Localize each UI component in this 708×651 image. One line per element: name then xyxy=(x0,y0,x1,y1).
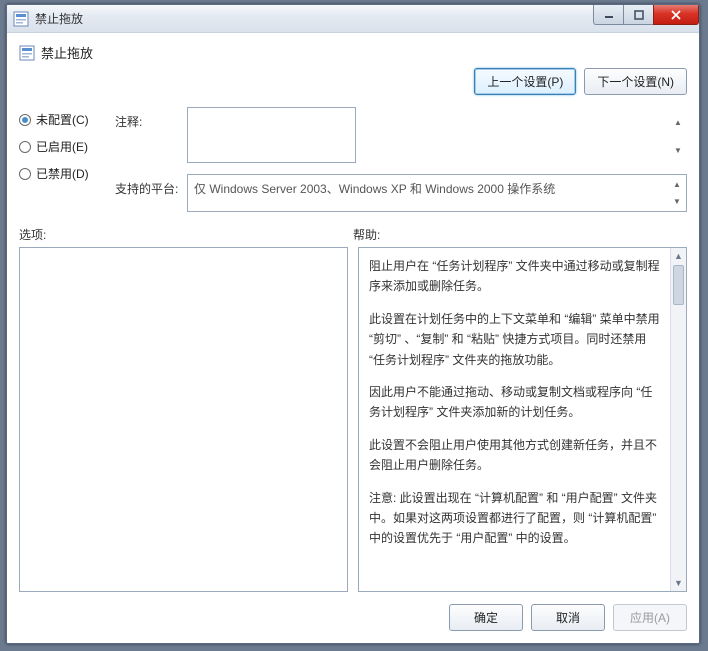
cancel-button[interactable]: 取消 xyxy=(531,604,605,631)
client-area: 禁止拖放 上一个设置(P) 下一个设置(N) 未配置(C) 已启用(E) 已禁用… xyxy=(7,33,699,643)
header: 禁止拖放 xyxy=(19,43,687,62)
help-paragraph: 阻止用户在 “任务计划程序” 文件夹中通过移动或复制程序来添加或删除任务。 xyxy=(369,256,662,297)
scroll-down-icon[interactable]: ▼ xyxy=(671,575,686,591)
dialog-window: 禁止拖放 禁止拖放 上一个设置(P) 下一个设置(N) xyxy=(6,4,700,644)
radio-enabled[interactable]: 已启用(E) xyxy=(19,138,107,155)
radio-label: 已禁用(D) xyxy=(36,165,89,182)
upper-right: 注释: ▲ ▼ 支持的平台: 仅 Windows Server 2003、Win… xyxy=(115,107,687,212)
options-label: 选项: xyxy=(19,226,353,243)
apply-button[interactable]: 应用(A) xyxy=(613,604,687,631)
comment-spinner: ▲ ▼ xyxy=(670,108,686,165)
lower-section: 阻止用户在 “任务计划程序” 文件夹中通过移动或复制程序来添加或删除任务。 此设… xyxy=(19,247,687,592)
spin-up-icon[interactable]: ▲ xyxy=(669,176,685,193)
prev-setting-button[interactable]: 上一个设置(P) xyxy=(474,68,576,95)
scroll-thumb[interactable] xyxy=(673,265,684,305)
scrollbar[interactable]: ▲ ▼ xyxy=(670,248,686,591)
platform-text: 仅 Windows Server 2003、Windows XP 和 Windo… xyxy=(194,182,555,196)
scroll-track[interactable] xyxy=(671,306,686,575)
platform-label: 支持的平台: xyxy=(115,174,179,197)
comment-row: 注释: ▲ ▼ xyxy=(115,107,687,166)
help-pane[interactable]: 阻止用户在 “任务计划程序” 文件夹中通过移动或复制程序来添加或删除任务。 此设… xyxy=(358,247,687,592)
ok-button[interactable]: 确定 xyxy=(449,604,523,631)
platform-spinner: ▲ ▼ xyxy=(669,176,685,210)
policy-icon xyxy=(13,11,29,27)
help-label: 帮助: xyxy=(353,226,687,243)
nav-buttons: 上一个设置(P) 下一个设置(N) xyxy=(19,68,687,95)
help-paragraph: 此设置不会阻止用户使用其他方式创建新任务，并且不会阻止用户删除任务。 xyxy=(369,435,662,476)
platform-value: 仅 Windows Server 2003、Windows XP 和 Windo… xyxy=(187,174,687,212)
scroll-up-icon[interactable]: ▲ xyxy=(671,248,686,264)
spin-down-icon[interactable]: ▼ xyxy=(669,193,685,210)
next-setting-button[interactable]: 下一个设置(N) xyxy=(584,68,687,95)
spin-down-icon[interactable]: ▼ xyxy=(670,137,686,166)
radio-disabled[interactable]: 已禁用(D) xyxy=(19,165,107,182)
window-buttons xyxy=(593,5,699,25)
close-button[interactable] xyxy=(653,5,699,25)
state-radios: 未配置(C) 已启用(E) 已禁用(D) xyxy=(19,107,107,212)
help-paragraph: 注意: 此设置出现在 “计算机配置” 和 “用户配置” 文件夹中。如果对这两项设… xyxy=(369,488,662,549)
footer-buttons: 确定 取消 应用(A) xyxy=(19,592,687,631)
radio-dot-icon xyxy=(19,168,31,180)
comment-label: 注释: xyxy=(115,107,179,130)
radio-dot-icon xyxy=(19,114,31,126)
maximize-button[interactable] xyxy=(623,5,653,25)
lower-labels: 选项: 帮助: xyxy=(19,226,687,243)
upper-section: 未配置(C) 已启用(E) 已禁用(D) 注释: ▲ xyxy=(19,107,687,212)
help-paragraph: 此设置在计划任务中的上下文菜单和 “编辑” 菜单中禁用 “剪切” 、“复制” 和… xyxy=(369,309,662,370)
radio-not-configured[interactable]: 未配置(C) xyxy=(19,111,107,128)
options-pane xyxy=(19,247,348,592)
spin-up-icon[interactable]: ▲ xyxy=(670,108,686,137)
page-title: 禁止拖放 xyxy=(41,43,93,62)
radio-dot-icon xyxy=(19,141,31,153)
radio-label: 已启用(E) xyxy=(36,138,88,155)
radio-label: 未配置(C) xyxy=(36,111,89,128)
platform-row: 支持的平台: 仅 Windows Server 2003、Windows XP … xyxy=(115,174,687,212)
comment-input[interactable] xyxy=(187,107,356,163)
policy-icon xyxy=(19,45,35,61)
minimize-button[interactable] xyxy=(593,5,623,25)
titlebar[interactable]: 禁止拖放 xyxy=(7,5,699,33)
help-paragraph: 因此用户不能通过拖动、移动或复制文档或程序向 “任务计划程序” 文件夹添加新的计… xyxy=(369,382,662,423)
